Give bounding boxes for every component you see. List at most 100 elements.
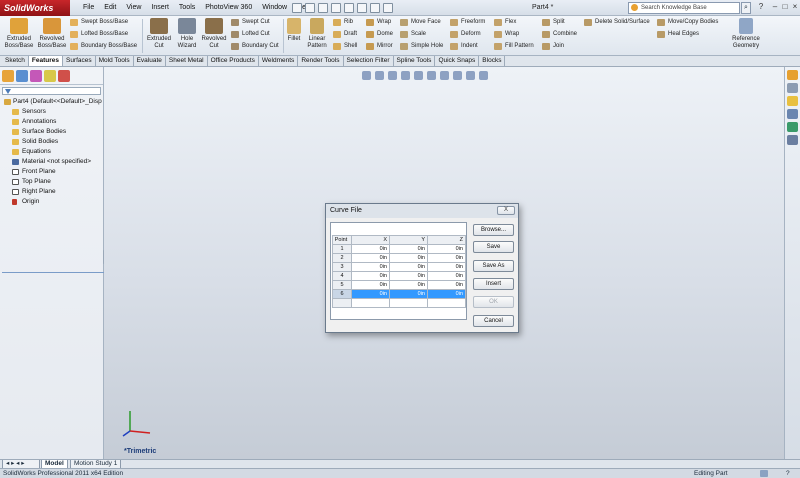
fill-pattern-button[interactable]: Fill Pattern bbox=[494, 42, 534, 51]
print-icon[interactable] bbox=[331, 3, 341, 13]
table-row[interactable]: 1 0in 0in 0in bbox=[332, 244, 466, 254]
heal-edges-button[interactable]: Heal Edges bbox=[657, 30, 699, 39]
x-cell[interactable]: 0in bbox=[351, 244, 390, 254]
solidworks-resources-icon[interactable] bbox=[787, 70, 798, 80]
extruded-boss-button[interactable]: Extruded Boss/Base bbox=[3, 18, 35, 50]
z-cell[interactable]: 0in bbox=[427, 244, 466, 254]
save-icon[interactable] bbox=[318, 3, 328, 13]
fillet-button[interactable]: Fillet bbox=[283, 18, 305, 43]
tree-item-material[interactable]: Material <not specified> bbox=[2, 157, 103, 167]
z-cell[interactable]: 0in bbox=[427, 262, 466, 272]
save-button[interactable]: Save bbox=[473, 241, 514, 253]
flex-button[interactable]: Flex bbox=[494, 18, 516, 27]
point-grid[interactable]: Point X Y Z 1 0in 0in 0in 2 0in 0in 0in … bbox=[330, 222, 467, 320]
dimxpert-icon[interactable] bbox=[44, 70, 56, 82]
design-library-icon[interactable] bbox=[787, 83, 798, 93]
tree-item-solid-bodies[interactable]: Solid Bodies bbox=[2, 137, 103, 147]
simple-hole-button[interactable]: Simple Hole bbox=[400, 42, 443, 51]
tree-item-front-plane[interactable]: Front Plane bbox=[2, 167, 103, 177]
menu-view[interactable]: View bbox=[121, 0, 146, 16]
swept-boss-button[interactable]: Swept Boss/Base bbox=[70, 18, 128, 27]
shell-button[interactable]: Shell bbox=[333, 42, 357, 51]
rollback-bar[interactable] bbox=[2, 272, 104, 273]
help-icon[interactable]: ? bbox=[756, 2, 766, 12]
insert-button[interactable]: Insert bbox=[473, 278, 514, 290]
select-icon[interactable] bbox=[357, 3, 367, 13]
table-row-selected[interactable]: 6 0in 0in 0in bbox=[332, 289, 466, 299]
deform-button[interactable]: Deform bbox=[450, 30, 481, 39]
minimize-icon[interactable]: – bbox=[770, 2, 780, 12]
tree-item-surface-bodies[interactable]: Surface Bodies bbox=[2, 127, 103, 137]
move-copy-bodies-button[interactable]: Move/Copy Bodies bbox=[657, 18, 718, 27]
tab-sheet-metal[interactable]: Sheet Metal bbox=[166, 56, 208, 66]
search-input[interactable]: Search Knowledge Base bbox=[628, 2, 740, 14]
delete-solid-button[interactable]: Delete Solid/Surface bbox=[584, 18, 650, 27]
x-cell[interactable]: 0in bbox=[351, 253, 390, 263]
display-manager-icon[interactable] bbox=[58, 70, 70, 82]
tab-render-tools[interactable]: Render Tools bbox=[298, 56, 344, 66]
tab-mold-tools[interactable]: Mold Tools bbox=[96, 56, 134, 66]
indent-button[interactable]: Indent bbox=[450, 42, 478, 51]
solidworks-logo[interactable]: SolidWorks bbox=[0, 0, 70, 16]
draft-button[interactable]: Draft bbox=[333, 30, 357, 39]
ok-button[interactable]: OK bbox=[473, 296, 514, 308]
split-button[interactable]: Split bbox=[542, 18, 565, 27]
y-cell[interactable]: 0in bbox=[389, 253, 428, 263]
y-cell[interactable]: 0in bbox=[389, 244, 428, 254]
table-row[interactable]: 3 0in 0in 0in bbox=[332, 262, 466, 272]
reference-geometry-button[interactable]: Reference Geometry bbox=[728, 18, 764, 50]
mirror-button[interactable]: Mirror bbox=[366, 42, 393, 51]
swept-cut-button[interactable]: Swept Cut bbox=[231, 18, 270, 27]
tab-evaluate[interactable]: Evaluate bbox=[134, 56, 166, 66]
wrap-button[interactable]: Wrap bbox=[366, 18, 391, 27]
x-cell[interactable] bbox=[351, 298, 390, 308]
tab-office-products[interactable]: Office Products bbox=[208, 56, 259, 66]
configuration-manager-icon[interactable] bbox=[30, 70, 42, 82]
lofted-boss-button[interactable]: Lofted Boss/Base bbox=[70, 30, 128, 39]
y-cell[interactable] bbox=[389, 298, 428, 308]
previous-view-icon[interactable] bbox=[388, 71, 397, 80]
section-view-icon[interactable] bbox=[401, 71, 410, 80]
tree-item-sensors[interactable]: Sensors bbox=[2, 107, 103, 117]
feature-manager-icon[interactable] bbox=[2, 70, 14, 82]
display-style-icon[interactable] bbox=[427, 71, 436, 80]
zoom-to-fit-icon[interactable] bbox=[362, 71, 371, 80]
tree-item-right-plane[interactable]: Right Plane bbox=[2, 187, 103, 197]
z-cell[interactable]: 0in bbox=[427, 289, 466, 299]
close-icon[interactable]: × bbox=[790, 2, 800, 12]
property-manager-icon[interactable] bbox=[16, 70, 28, 82]
search-icon[interactable]: ⌕ bbox=[741, 2, 751, 14]
menu-insert[interactable]: Insert bbox=[146, 0, 174, 16]
table-row[interactable]: 2 0in 0in 0in bbox=[332, 253, 466, 263]
file-explorer-icon[interactable] bbox=[787, 96, 798, 106]
menu-window[interactable]: Window bbox=[257, 0, 292, 16]
tab-selection-filter[interactable]: Selection Filter bbox=[344, 56, 394, 66]
tab-blocks[interactable]: Blocks bbox=[479, 56, 506, 66]
dome-button[interactable]: Dome bbox=[366, 30, 393, 39]
options-icon[interactable] bbox=[383, 3, 393, 13]
table-row-empty[interactable] bbox=[332, 298, 466, 308]
linear-pattern-button[interactable]: Linear Pattern bbox=[303, 18, 331, 50]
z-cell[interactable]: 0in bbox=[427, 271, 466, 281]
rebuild-icon[interactable] bbox=[370, 3, 380, 13]
wrap-alt-button[interactable]: Wrap bbox=[494, 30, 519, 39]
dialog-close-button[interactable]: X bbox=[497, 206, 515, 215]
tree-root-part[interactable]: Part4 (Default<<Default>_Disp bbox=[2, 97, 103, 107]
browse-button[interactable]: Browse... bbox=[473, 224, 514, 236]
tree-filter-input[interactable] bbox=[2, 87, 101, 95]
hide-show-items-icon[interactable] bbox=[440, 71, 449, 80]
scale-button[interactable]: Scale bbox=[400, 30, 426, 39]
join-button[interactable]: Join bbox=[542, 42, 564, 51]
z-cell[interactable] bbox=[427, 298, 466, 308]
help-status-icon[interactable]: ? bbox=[786, 469, 790, 478]
x-cell[interactable]: 0in bbox=[351, 280, 390, 290]
new-document-icon[interactable] bbox=[292, 3, 302, 13]
tree-item-top-plane[interactable]: Top Plane bbox=[2, 177, 103, 187]
y-cell[interactable]: 0in bbox=[389, 271, 428, 281]
boundary-cut-button[interactable]: Boundary Cut bbox=[231, 42, 279, 51]
tab-features[interactable]: Features bbox=[28, 56, 63, 66]
view-palette-icon[interactable] bbox=[787, 109, 798, 119]
tab-spline-tools[interactable]: Spline Tools bbox=[394, 56, 436, 66]
tree-item-origin[interactable]: Origin bbox=[2, 197, 103, 207]
rebuild-status-icon[interactable] bbox=[760, 470, 768, 477]
